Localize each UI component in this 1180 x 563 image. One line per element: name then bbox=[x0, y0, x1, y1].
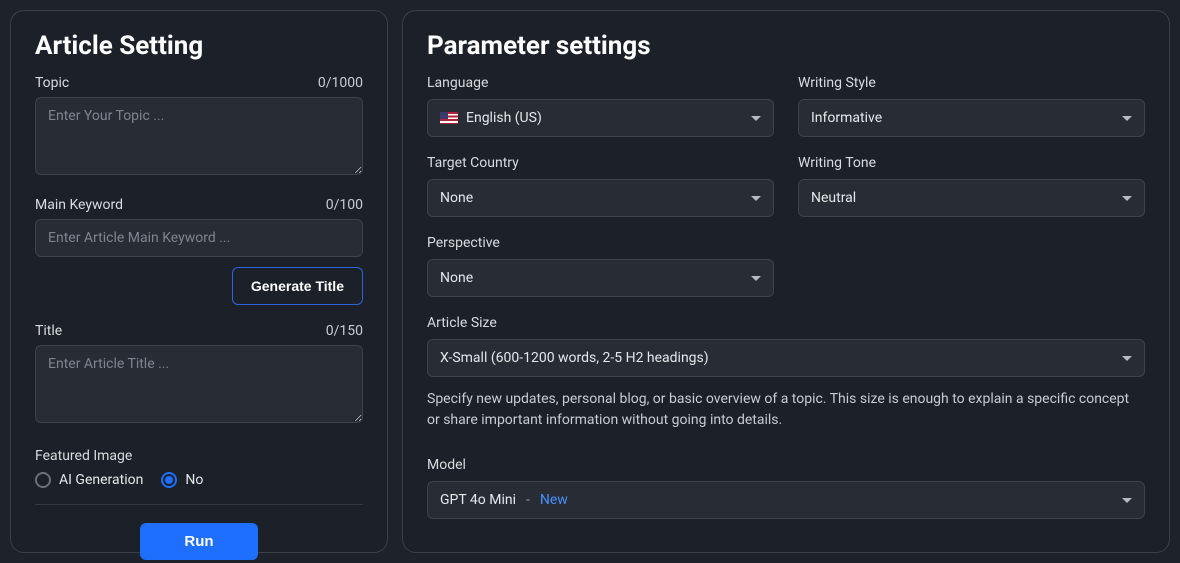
chevron-down-icon bbox=[751, 276, 761, 281]
featured-image-radio-group: AI Generation No bbox=[35, 472, 363, 505]
chevron-down-icon bbox=[1122, 116, 1132, 121]
featured-image-label: Featured Image bbox=[35, 448, 132, 464]
target-country-label: Target Country bbox=[427, 155, 774, 171]
us-flag-icon bbox=[440, 112, 458, 124]
run-button[interactable]: Run bbox=[140, 523, 257, 560]
model-label: Model bbox=[427, 457, 1145, 473]
writing-style-select[interactable]: Informative bbox=[798, 99, 1145, 137]
language-label: Language bbox=[427, 75, 774, 91]
article-setting-panel: Article Setting Topic 0/1000 Main Keywor… bbox=[10, 10, 388, 553]
featured-image-no-option[interactable]: No bbox=[161, 472, 203, 488]
chevron-down-icon bbox=[1122, 196, 1132, 201]
article-size-select[interactable]: X-Small (600-1200 words, 2-5 H2 headings… bbox=[427, 339, 1145, 377]
topic-counter: 0/1000 bbox=[318, 75, 363, 91]
title-counter: 0/150 bbox=[326, 323, 363, 339]
title-input[interactable] bbox=[35, 345, 363, 423]
writing-tone-select[interactable]: Neutral bbox=[798, 179, 1145, 217]
chevron-down-icon bbox=[1122, 356, 1132, 361]
article-size-help: Specify new updates, personal blog, or b… bbox=[427, 389, 1145, 431]
article-size-value: X-Small (600-1200 words, 2-5 H2 headings… bbox=[440, 350, 709, 366]
perspective-value: None bbox=[440, 270, 473, 286]
title-label: Title bbox=[35, 323, 62, 339]
writing-tone-label: Writing Tone bbox=[798, 155, 1145, 171]
target-country-select[interactable]: None bbox=[427, 179, 774, 217]
main-keyword-input[interactable] bbox=[35, 219, 363, 257]
main-keyword-counter: 0/100 bbox=[326, 197, 363, 213]
article-setting-title: Article Setting bbox=[35, 31, 363, 61]
writing-tone-value: Neutral bbox=[811, 190, 856, 206]
article-size-label: Article Size bbox=[427, 315, 1145, 331]
parameter-settings-panel: Parameter settings Language English (US)… bbox=[402, 10, 1170, 553]
language-select[interactable]: English (US) bbox=[427, 99, 774, 137]
parameter-settings-title: Parameter settings bbox=[427, 31, 1145, 61]
featured-image-ai-label: AI Generation bbox=[59, 472, 143, 488]
topic-input[interactable] bbox=[35, 97, 363, 175]
radio-icon bbox=[161, 472, 177, 488]
main-keyword-label: Main Keyword bbox=[35, 197, 123, 213]
model-value: GPT 4o Mini - New bbox=[440, 492, 568, 508]
radio-icon bbox=[35, 472, 51, 488]
model-select[interactable]: GPT 4o Mini - New bbox=[427, 481, 1145, 519]
writing-style-label: Writing Style bbox=[798, 75, 1145, 91]
featured-image-ai-option[interactable]: AI Generation bbox=[35, 472, 143, 488]
target-country-value: None bbox=[440, 190, 473, 206]
chevron-down-icon bbox=[751, 116, 761, 121]
chevron-down-icon bbox=[751, 196, 761, 201]
featured-image-no-label: No bbox=[185, 472, 203, 488]
writing-style-value: Informative bbox=[811, 110, 882, 126]
language-value: English (US) bbox=[466, 110, 542, 126]
topic-label: Topic bbox=[35, 75, 69, 91]
generate-title-button[interactable]: Generate Title bbox=[232, 267, 363, 305]
chevron-down-icon bbox=[1122, 498, 1132, 503]
perspective-select[interactable]: None bbox=[427, 259, 774, 297]
perspective-label: Perspective bbox=[427, 235, 774, 251]
